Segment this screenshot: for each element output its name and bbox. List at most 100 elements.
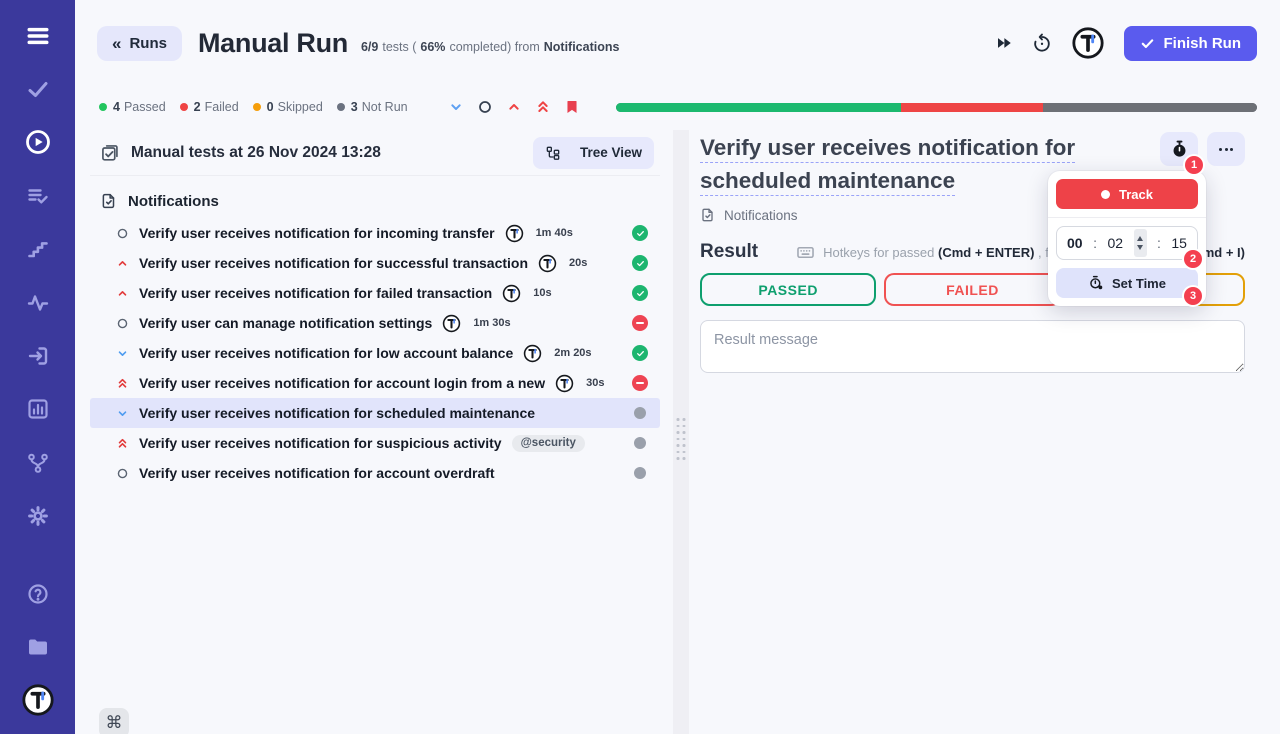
- tree-view-button[interactable]: Tree View: [532, 136, 654, 169]
- time-colon: :: [1156, 235, 1161, 251]
- sidebar-item-logo[interactable]: [18, 681, 58, 720]
- test-title: Verify user receives notification for fa…: [139, 285, 493, 301]
- test-title: Verify user receives notification for su…: [139, 435, 502, 451]
- status-failed-icon: [632, 375, 648, 391]
- chevron-down-icon: [448, 99, 464, 115]
- status-passed-icon: [632, 255, 648, 271]
- time-minutes[interactable]: 02: [1107, 235, 1123, 251]
- app-logo-icon: [1071, 26, 1105, 60]
- test-duration: 20s: [569, 257, 588, 269]
- testomat-logo-icon: [502, 284, 521, 303]
- time-tracking-popup: Track 00 : 02 : 15 2 Set Time 3: [1048, 171, 1206, 306]
- status-passed-icon: [632, 345, 648, 361]
- progress-segment-not_run: [1043, 102, 1257, 112]
- sidebar-item-branches[interactable]: [18, 443, 58, 482]
- main-area: « Runs Manual Run 6/9 tests (66% completed…: [75, 0, 1280, 734]
- set-time-button[interactable]: Set Time 3: [1056, 268, 1202, 305]
- status-count-not-run: 3 Not Run: [336, 100, 408, 114]
- status-count-skipped: 0 Skipped: [252, 100, 323, 114]
- stopwatch-icon: [1170, 140, 1189, 159]
- log-in-icon: [26, 344, 50, 368]
- test-row[interactable]: Verify user can manage notification sett…: [90, 308, 660, 338]
- status-dot-icon: [252, 103, 261, 111]
- hotkeys-passed-keys: (Cmd + ENTER): [937, 244, 1035, 260]
- sidebar-item-help[interactable]: [18, 574, 58, 613]
- timer-button[interactable]: 1: [1160, 132, 1203, 174]
- test-row[interactable]: Verify user receives notification for su…: [90, 248, 660, 278]
- track-button[interactable]: Track: [1056, 179, 1198, 209]
- filter-priority-low-button[interactable]: [448, 99, 464, 115]
- suite-group-header[interactable]: Notifications: [90, 192, 660, 210]
- test-row[interactable]: Verify user receives notification for fa…: [90, 278, 660, 308]
- gear-icon: [26, 504, 50, 528]
- testomat-logo-icon: [523, 344, 542, 363]
- test-duration: 1m 30s: [473, 317, 511, 329]
- stepper-down-icon[interactable]: [1137, 245, 1143, 250]
- status-passed-icon: [632, 225, 648, 241]
- command-hotkeys-button[interactable]: ⌘: [99, 708, 129, 734]
- fast-forward-button[interactable]: [995, 34, 1013, 52]
- chevron-up-icon: [506, 99, 522, 115]
- filter-priority-high-button[interactable]: [506, 99, 522, 115]
- back-to-runs-button[interactable]: « Runs: [97, 25, 182, 61]
- time-colon: :: [1093, 235, 1097, 251]
- splitter-grip-icon: [676, 418, 686, 460]
- time-input[interactable]: 00 : 02 : 15 2: [1056, 226, 1202, 268]
- sidebar-item-plans[interactable]: [18, 176, 58, 215]
- priority-highest-icon: [116, 377, 129, 390]
- time-stepper[interactable]: [1133, 229, 1147, 257]
- status-dot-icon: [99, 103, 107, 111]
- test-title: Verify user receives notification for su…: [139, 255, 529, 271]
- retry-timer-button[interactable]: [1032, 33, 1052, 53]
- stats-source: Notifications: [543, 39, 620, 54]
- run-list-header: Manual tests at 26 Nov 2024 13:28 Tree V…: [90, 130, 660, 176]
- hint-badge-2: 2: [1184, 250, 1202, 268]
- filter-priority-normal-button[interactable]: [477, 99, 493, 115]
- time-hours[interactable]: 00: [1067, 235, 1083, 251]
- sidebar-item-menu[interactable]: [18, 16, 58, 55]
- result-failed-button[interactable]: FAILED: [884, 273, 1061, 306]
- more-options-button[interactable]: [1207, 132, 1245, 166]
- filter-bookmark-button[interactable]: [564, 99, 580, 115]
- document-check-icon: [700, 207, 716, 223]
- sidebar-item-analytics[interactable]: [18, 390, 58, 429]
- priority-high-icon: [116, 257, 129, 270]
- sidebar-item-import[interactable]: [18, 336, 58, 375]
- status-dot-icon: [179, 103, 188, 111]
- test-row[interactable]: Verify user receives notification for ac…: [90, 458, 660, 488]
- stats-fraction: 6/9: [360, 39, 379, 54]
- sidebar-item-settings[interactable]: [18, 497, 58, 536]
- sidebar-item-milestones[interactable]: [18, 230, 58, 269]
- sidebar-item-runs[interactable]: [18, 123, 58, 162]
- sidebar-item-tests[interactable]: [18, 69, 58, 108]
- stepper-up-icon[interactable]: [1137, 236, 1143, 241]
- steps-icon: [26, 237, 50, 261]
- run-stats: 6/9 tests (66% completed) from Notification…: [361, 40, 623, 54]
- test-row[interactable]: Verify user receives notification for lo…: [90, 338, 660, 368]
- test-row[interactable]: Verify user receives notification for in…: [90, 218, 660, 248]
- retry-timer-icon: [1032, 33, 1052, 53]
- breadcrumb-label: Notifications: [724, 207, 798, 223]
- test-row[interactable]: Verify user receives notification for sc…: [90, 398, 660, 428]
- more-options-icon: [1219, 147, 1233, 151]
- test-row[interactable]: Verify user receives notification for ac…: [90, 368, 660, 398]
- popup-divider: [1048, 217, 1206, 218]
- test-title: Verify user receives notification for ac…: [139, 375, 546, 391]
- test-list: Verify user receives notification for in…: [90, 218, 660, 488]
- finish-run-button[interactable]: Finish Run: [1123, 25, 1257, 61]
- result-message-input[interactable]: [700, 320, 1245, 373]
- result-passed-button[interactable]: PASSED: [700, 273, 877, 306]
- test-row[interactable]: Verify user receives notification for su…: [90, 428, 660, 458]
- time-seconds[interactable]: 15: [1171, 235, 1187, 251]
- run-progress-bar: [615, 102, 1257, 112]
- result-heading: Result: [700, 241, 759, 262]
- filter-priority-highest-button[interactable]: [535, 99, 551, 115]
- priority-low-icon: [116, 347, 129, 360]
- sidebar-item-projects[interactable]: [18, 627, 58, 666]
- panel-splitter[interactable]: [673, 130, 689, 734]
- tree-view-label: Tree View: [579, 145, 642, 160]
- status-counts: 4 Passed 2 Failed 0 Skipped 3 Not Run: [99, 100, 422, 114]
- status-not_run-icon: [634, 407, 646, 419]
- sidebar-item-activity[interactable]: [18, 283, 58, 322]
- testomat-logo-icon: [555, 374, 574, 393]
